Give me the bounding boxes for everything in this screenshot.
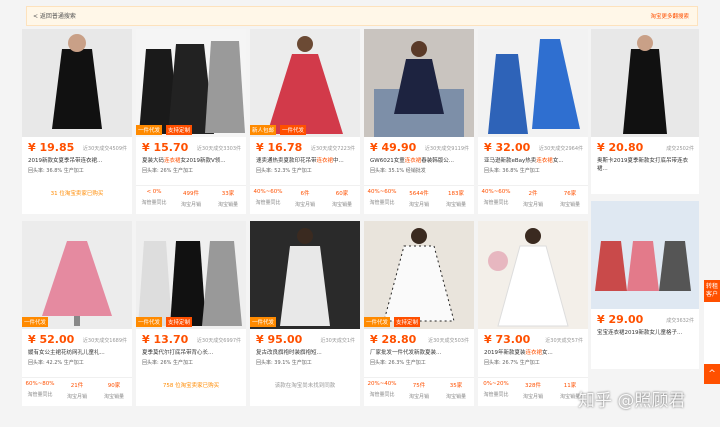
sales-count: 成交3632件 (666, 318, 694, 324)
product-price: ¥ 95.00 (256, 333, 303, 346)
product-image[interactable] (478, 29, 588, 137)
sales-count: 近30天成交9119件 (424, 146, 469, 152)
watermark: 知乎 @照顾君 (578, 391, 686, 411)
product-image[interactable] (364, 221, 474, 329)
tag-badge: 一件代发 (250, 317, 277, 327)
product-meta: 回头率: 39.1% 生产加工 (256, 360, 312, 366)
sales-count: 近30天成交503件 (428, 338, 469, 344)
product-title[interactable]: 宝宝连衣裙2019新款女儿童格子... (597, 328, 693, 336)
product-card[interactable]: 一件代发 ¥ 52.00 近30天成交1689件 媛有女公主裙花纺网孔儿童礼..… (22, 221, 132, 406)
product-image[interactable] (22, 221, 132, 329)
tag-badge: 支持定制 (166, 125, 193, 135)
product-card[interactable]: 一件代发 支持定制 ¥ 15.70 近30天成交3303件 夏装大码连衣裙女20… (136, 29, 246, 214)
product-image[interactable] (364, 29, 474, 137)
stats-row: 20%~40% 淘管量同比 75件 淘宝月销 35家 淘宝销量 (364, 377, 474, 404)
product-price: ¥ 15.70 (142, 141, 189, 154)
buyer-note: 31 位淘宝卖家已购买 (50, 191, 104, 197)
more-search-link[interactable]: 淘宝更多翻搜索 (650, 12, 689, 20)
product-title[interactable]: 速卖通热卖夏款印花吊带连衣裙中... (256, 156, 356, 164)
sales-count: 近30天成交4509件 (82, 146, 127, 152)
product-grid: ¥ 19.85 近30天成交4509件 2019新款女夏季吊带连衣裙... 回头… (22, 29, 588, 409)
product-price: ¥ 19.85 (28, 141, 75, 154)
back-to-search-link[interactable]: < 返回普通搜索 (33, 11, 76, 20)
product-image[interactable] (250, 29, 360, 137)
product-price: ¥ 32.00 (484, 141, 531, 154)
product-meta: 回头率: 42.2% 生产加工 (28, 360, 84, 366)
product-title[interactable]: 奥斯卡2019夏季新款女打底吊带连衣裙... (597, 156, 693, 172)
buyer-note: 该款在淘宝尚未找到同款 (274, 383, 336, 389)
tag-badge: 支持定制 (166, 317, 193, 327)
product-card[interactable]: 一件代发 支持定制 ¥ 28.80 近30天成交503件 厂家批发一件代发新款夏… (364, 221, 474, 406)
product-image[interactable] (250, 221, 360, 329)
sales-count: 近30天成交1689件 (82, 338, 127, 344)
product-title[interactable]: 亚马逊新款eBay热卖连衣裙女... (484, 156, 584, 164)
product-card[interactable]: ¥ 73.00 近30天成交57件 2019年新款夏装连衣裙女... 回头率: … (478, 221, 588, 406)
product-meta: 回头率: 52.3% 生产加工 (256, 168, 312, 174)
product-image[interactable] (22, 29, 132, 137)
product-price: ¥ 29.00 (597, 313, 644, 326)
product-meta: 回头率: 35.1% 经销批发 (370, 168, 426, 174)
product-title[interactable]: GW6021女童连衣裙春装韩版公... (370, 156, 470, 164)
product-price: ¥ 49.90 (370, 141, 417, 154)
product-price: ¥ 13.70 (142, 333, 189, 346)
tag-badge: 支持定制 (394, 317, 421, 327)
back-to-top-button[interactable]: ^ (704, 364, 720, 384)
stats-row: 0%~20% 淘管量同比 328件 淘宝月销 11家 淘宝销量 (478, 377, 588, 404)
buyer-note: 758 位淘宝卖家已购买 (162, 383, 220, 389)
side-product-card[interactable]: ¥ 20.80 成交2502件 奥斯卡2019夏季新款女打底吊带连衣裙... (591, 29, 699, 194)
product-image[interactable] (591, 29, 699, 137)
tag-badge: 一件代发 (136, 125, 163, 135)
product-title[interactable]: 媛有女公主裙花纺网孔儿童礼... (28, 348, 128, 356)
product-image[interactable] (136, 29, 246, 137)
product-price: ¥ 52.00 (28, 333, 75, 346)
tag-badge: 一件代发 (280, 125, 307, 135)
product-title[interactable]: 复古改良旗袍时装旗袍短... (256, 348, 356, 356)
floating-toolbar: 转租客户 ^ (704, 280, 720, 384)
product-title[interactable]: 夏装大码连衣裙女2019新款V领... (142, 156, 242, 164)
product-meta: 回头率: 26% 生产加工 (142, 360, 193, 366)
product-card[interactable]: 新人包邮 一件代发 ¥ 16.78 近30天成交7223件 速卖通热卖夏款印花吊… (250, 29, 360, 214)
product-price: ¥ 20.80 (597, 141, 644, 154)
product-card[interactable]: 一件代发 ¥ 95.00 近30天成交1件 复古改良旗袍时装旗袍短... 回头率… (250, 221, 360, 406)
recommend-sidebar: ¥ 20.80 成交2502件 奥斯卡2019夏季新款女打底吊带连衣裙... ¥… (591, 29, 699, 409)
product-meta: 回头率: 26.3% 生产加工 (370, 360, 426, 366)
product-title[interactable]: 厂家批发一件代发新款夏装... (370, 348, 470, 356)
sales-count: 近30天成交2964件 (538, 146, 583, 152)
product-meta: 回头率: 36.8% 生产加工 (28, 168, 84, 174)
product-meta: 回头率: 26.7% 生产加工 (484, 360, 540, 366)
product-image[interactable] (136, 221, 246, 329)
stats-row: 40%~60% 淘管量同比 6件 淘宝月销 60家 淘宝销量 (250, 185, 360, 212)
tag-badge: 一件代发 (22, 317, 49, 327)
sales-count: 近30天成交6997件 (196, 338, 241, 344)
product-title[interactable]: 2019新款女夏季吊带连衣裙... (28, 156, 128, 164)
product-card[interactable]: 一件代发 支持定制 ¥ 13.70 近30天成交6997件 夏季莫代尔打底吊带背… (136, 221, 246, 406)
sales-count: 近30天成交1件 (320, 338, 355, 344)
side-product-card[interactable]: ¥ 29.00 成交3632件 宝宝连衣裙2019新款女儿童格子... (591, 201, 699, 369)
tag-badge: 新人包邮 (250, 125, 277, 135)
product-meta: 回头率: 26% 生产加工 (142, 168, 193, 174)
product-card[interactable]: ¥ 19.85 近30天成交4509件 2019新款女夏季吊带连衣裙... 回头… (22, 29, 132, 214)
product-meta: 回头率: 36.8% 生产加工 (484, 168, 540, 174)
product-title[interactable]: 夏季莫代尔打底吊带背心长... (142, 348, 242, 356)
product-image[interactable] (591, 201, 699, 309)
product-price: ¥ 73.00 (484, 333, 531, 346)
product-card[interactable]: ¥ 49.90 近30天成交9119件 GW6021女童连衣裙春装韩版公... … (364, 29, 474, 214)
product-price: ¥ 28.80 (370, 333, 417, 346)
tag-badge: 一件代发 (364, 317, 391, 327)
stats-row: 40%~60% 淘管量同比 2件 淘宝月销 76家 淘宝销量 (478, 185, 588, 212)
product-image[interactable] (478, 221, 588, 329)
sales-count: 近30天成交7223件 (310, 146, 355, 152)
tag-badge: 一件代发 (136, 317, 163, 327)
stats-row: < 0% 淘管量同比 499件 淘宝月销 33家 淘宝销量 (136, 185, 246, 212)
product-price: ¥ 16.78 (256, 141, 303, 154)
product-card[interactable]: ¥ 32.00 近30天成交2964件 亚马逊新款eBay热卖连衣裙女... 回… (478, 29, 588, 214)
sales-count: 成交2502件 (666, 146, 694, 152)
stats-row: 60%~80% 淘管量同比 21件 淘宝月销 90家 淘宝销量 (22, 377, 132, 404)
stats-row: 40%~60% 淘管量同比 5644件 淘宝月销 183家 淘宝销量 (364, 185, 474, 212)
product-title[interactable]: 2019年新款夏装连衣裙女... (484, 348, 584, 356)
sales-count: 近30天成交3303件 (196, 146, 241, 152)
search-return-bar: < 返回普通搜索 淘宝更多翻搜索 (26, 6, 698, 26)
contact-button[interactable]: 转租客户 (704, 280, 720, 302)
sales-count: 近30天成交57件 (545, 338, 583, 344)
